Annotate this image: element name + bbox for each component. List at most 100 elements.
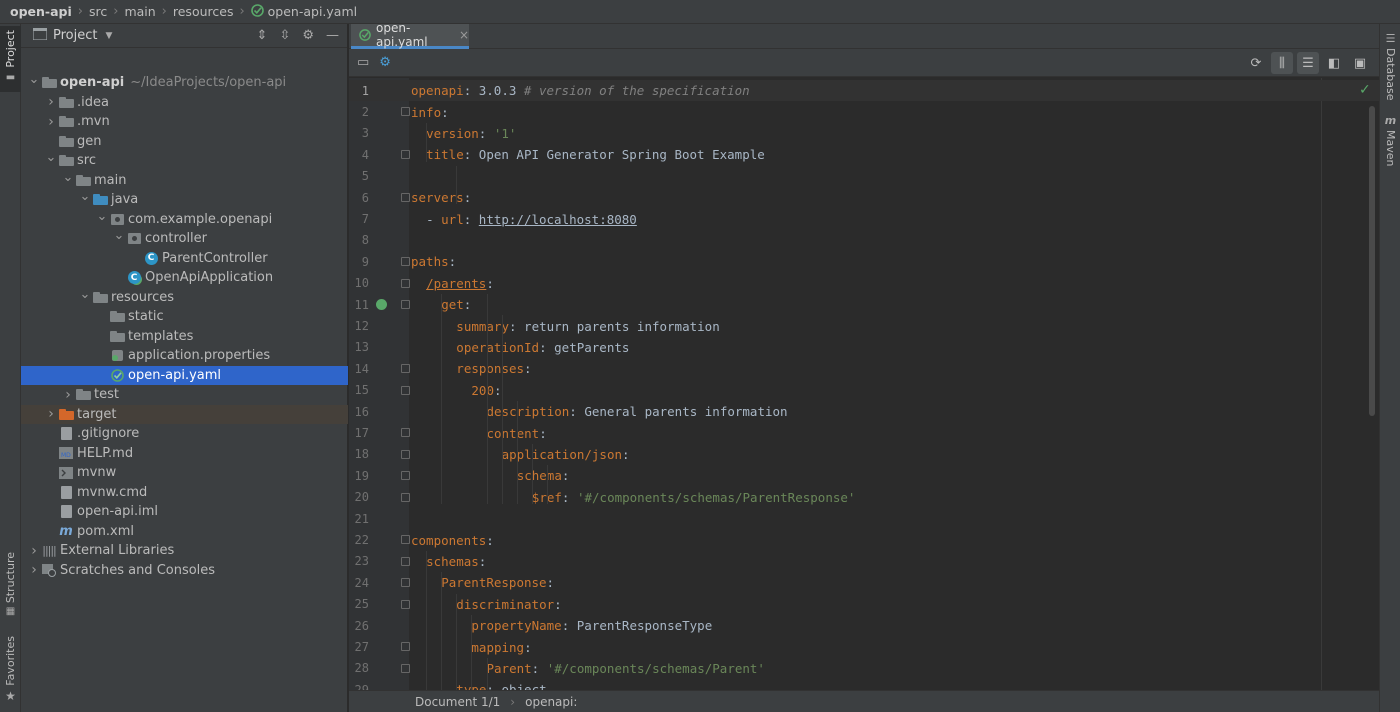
tree-item[interactable]: ⌄ src — [21, 150, 348, 171]
expand-all-icon[interactable]: ⇕ — [257, 28, 268, 43]
structure-tool-tab[interactable]: Structure ▦ — [0, 552, 21, 617]
code-editor[interactable]: 1 openapi: 3.0.3 # version of the specifi… — [349, 78, 1379, 690]
favorites-tool-tab[interactable]: Favorites ★ — [0, 636, 21, 703]
tree-item[interactable]: ⌄ controller — [21, 228, 348, 249]
tree-item[interactable]: › Scratches and Consoles — [21, 561, 348, 581]
maven-tool-tab[interactable]: m Maven — [1380, 114, 1400, 166]
tree-item[interactable]: › target — [21, 404, 348, 424]
editor-and-preview-icon[interactable]: ◧ — [1323, 52, 1345, 74]
fold-marker-icon[interactable] — [401, 300, 410, 309]
chevron-down-icon[interactable]: ⌄ — [78, 189, 92, 204]
code-line[interactable]: 10/parents: — [349, 273, 1379, 294]
breadcrumb-file[interactable]: open-api.yaml — [268, 4, 357, 19]
code-line[interactable]: 11 get: — [349, 294, 1379, 315]
chevron-right-icon[interactable]: › — [61, 387, 75, 403]
tree-item[interactable]: ⌄ open-api ~/IdeaProjects/open-api — [21, 72, 348, 93]
refresh-icon[interactable]: ⟳ — [1245, 52, 1267, 74]
code-line[interactable]: 7 - url: http://localhost:8080 — [349, 208, 1379, 229]
chevron-down-icon[interactable]: ⌄ — [61, 170, 75, 185]
tree-item[interactable]: open-api.iml — [21, 502, 348, 522]
fold-marker-icon[interactable] — [401, 385, 410, 395]
editor-only-icon[interactable]: ☰ — [1297, 52, 1319, 74]
gear-icon[interactable]: ⚙ — [302, 28, 314, 43]
code-line[interactable]: 8 — [349, 230, 1379, 251]
tree-item[interactable]: C OpenApiApplication — [21, 268, 348, 288]
code-line[interactable]: 2 info: — [349, 101, 1379, 122]
breadcrumb-project[interactable]: open-api — [10, 4, 72, 19]
fold-marker-icon[interactable] — [401, 492, 410, 502]
fold-marker-icon[interactable] — [401, 107, 410, 117]
chevron-right-icon[interactable]: › — [44, 406, 58, 422]
code-line[interactable]: 18 application/json: — [349, 444, 1379, 465]
tree-item[interactable]: ⌄ com.example.openapi — [21, 209, 348, 230]
run-endpoint-icon[interactable] — [376, 299, 387, 310]
code-line[interactable]: 22 components: — [349, 529, 1379, 550]
fold-marker-icon[interactable] — [401, 193, 410, 202]
sync-scroll-icon[interactable]: ⫼ — [1271, 52, 1293, 74]
code-line[interactable]: 9 paths: — [349, 251, 1379, 272]
code-line[interactable]: 4 title: Open API Generator Spring Boot E… — [349, 144, 1379, 165]
fold-marker-icon[interactable] — [401, 428, 410, 438]
chevron-down-icon[interactable]: ⌄ — [95, 209, 109, 224]
tree-item[interactable]: m pom.xml — [21, 522, 348, 542]
code-line[interactable]: 25 discriminator: — [349, 594, 1379, 615]
tree-item[interactable]: mvnw — [21, 463, 348, 483]
code-line[interactable]: 1 openapi: 3.0.3 # version of the specifi… — [349, 80, 1379, 102]
tree-item[interactable]: mvnw.cmd — [21, 483, 348, 503]
code-line[interactable]: 28 Parent: '#/components/schemas/Parent' — [349, 658, 1379, 679]
code-line[interactable]: 12 summary: return parents information — [349, 315, 1379, 336]
tree-item[interactable]: open-api.yaml — [21, 365, 348, 385]
code-line[interactable]: 21 — [349, 508, 1379, 529]
tree-item[interactable]: › test — [21, 385, 348, 405]
project-panel-title[interactable]: Project — [53, 28, 97, 43]
tree-item[interactable]: › .mvn — [21, 112, 348, 132]
chevron-down-icon[interactable]: ⌄ — [78, 287, 92, 302]
code-line[interactable]: 5 — [349, 166, 1379, 187]
breadcrumb-main[interactable]: main — [124, 4, 155, 19]
code-line[interactable]: 29 type: object — [349, 679, 1379, 690]
breadcrumb-resources[interactable]: resources — [173, 4, 234, 19]
database-tool-tab[interactable]: ☰ Database — [1380, 32, 1400, 101]
code-line[interactable]: 13 operationId: getParents — [349, 337, 1379, 358]
code-line[interactable]: 26 propertyName: ParentResponseType — [349, 615, 1379, 636]
structure-path[interactable]: openapi: — [525, 695, 577, 709]
fold-marker-icon[interactable] — [401, 257, 410, 267]
chevron-right-icon[interactable]: › — [27, 543, 41, 559]
code-line[interactable]: 17 content: — [349, 422, 1379, 443]
close-icon[interactable]: × — [459, 28, 469, 42]
tree-item[interactable]: application.properties — [21, 346, 348, 366]
breadcrumb-src[interactable]: src — [89, 4, 107, 19]
chevron-right-icon[interactable]: › — [27, 562, 41, 578]
openapi-generator-icon[interactable]: ⚙ — [379, 55, 391, 70]
no-problems-check-icon[interactable]: ✓ — [1359, 82, 1371, 98]
tree-item[interactable]: ⌄ java — [21, 189, 348, 210]
chevron-down-icon[interactable]: ⌄ — [112, 228, 126, 243]
fold-marker-icon[interactable] — [401, 150, 410, 160]
preview-icon[interactable]: ▭ — [357, 55, 369, 70]
vertical-scrollbar[interactable] — [1369, 106, 1375, 416]
code-line[interactable]: 16 description: General parents informati… — [349, 401, 1379, 422]
tree-item[interactable]: › ||||| External Libraries — [21, 541, 348, 561]
code-line[interactable]: 27 mapping: — [349, 636, 1379, 657]
fold-marker-icon[interactable] — [401, 642, 410, 652]
tree-item[interactable]: gen — [21, 132, 348, 152]
tree-item[interactable]: templates — [21, 327, 348, 347]
tree-item[interactable]: .gitignore — [21, 424, 348, 444]
tree-item[interactable]: ⌄ main — [21, 170, 348, 191]
tree-item[interactable]: › .idea — [21, 93, 348, 113]
tree-item[interactable]: ⌄ resources — [21, 287, 348, 308]
minimize-icon[interactable]: — — [326, 28, 339, 43]
code-line[interactable]: 23 schemas: — [349, 551, 1379, 572]
tree-item[interactable]: C ParentController — [21, 249, 348, 269]
code-line[interactable]: 24 ParentResponse: — [349, 572, 1379, 593]
chevron-right-icon[interactable]: › — [44, 114, 58, 130]
chevron-down-icon[interactable]: ⌄ — [44, 150, 58, 165]
collapse-all-icon[interactable]: ⇳ — [279, 28, 290, 43]
code-line[interactable]: 20 $ref: '#/components/schemas/ParentResp… — [349, 487, 1379, 508]
code-line[interactable]: 6 servers: — [349, 187, 1379, 208]
document-indicator[interactable]: Document 1/1 — [415, 695, 500, 709]
url-link[interactable]: http://localhost:8080 — [479, 212, 637, 227]
fold-marker-icon[interactable] — [401, 599, 410, 609]
code-line[interactable]: 15 200: — [349, 380, 1379, 401]
code-line[interactable]: 19 schema: — [349, 465, 1379, 486]
